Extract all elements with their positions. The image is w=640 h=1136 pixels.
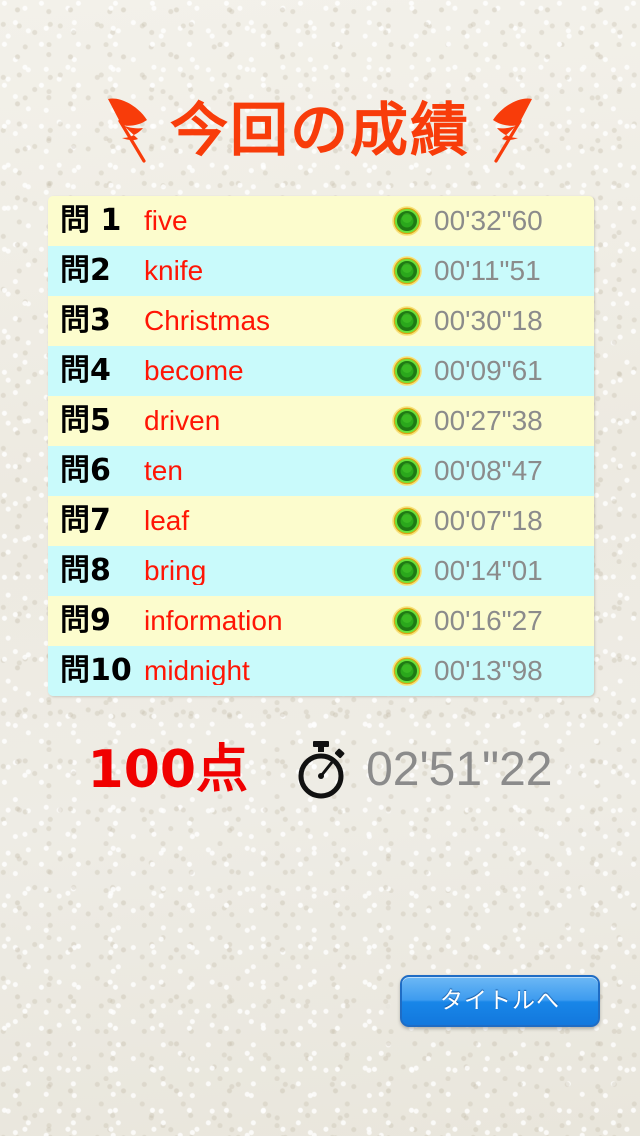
table-row: 問9 information 00'16"27 bbox=[48, 596, 594, 646]
page-title-area: 今回の成績 bbox=[0, 84, 640, 176]
green-circle-correct-icon bbox=[392, 606, 422, 636]
answer-time: 00'13"98 bbox=[434, 655, 543, 686]
to-title-button-label: タイトルへ bbox=[440, 987, 560, 1014]
table-row: 問5 driven 00'27"38 bbox=[48, 396, 594, 446]
green-circle-correct-icon bbox=[392, 656, 422, 686]
question-label: 問 1 bbox=[60, 203, 122, 238]
answer-word: bring bbox=[144, 557, 207, 585]
green-circle-correct-icon bbox=[392, 406, 422, 436]
table-row: 問2 knife 00'11"51 bbox=[48, 246, 594, 296]
answer-time: 00'09"61 bbox=[434, 355, 543, 386]
answer-word: driven bbox=[144, 407, 221, 435]
table-row: 問4 become 00'09"61 bbox=[48, 346, 594, 396]
answer-word: ten bbox=[144, 457, 183, 485]
answer-word: midnight bbox=[144, 657, 250, 685]
green-circle-correct-icon bbox=[392, 556, 422, 586]
answer-time: 00'14"01 bbox=[434, 555, 543, 586]
question-label: 問7 bbox=[60, 503, 111, 538]
answer-time: 00'16"27 bbox=[434, 605, 543, 636]
answer-time: 00'30"18 bbox=[434, 305, 543, 336]
answer-word: Christmas bbox=[144, 307, 271, 335]
summary-area: 100点 02'51"22 bbox=[0, 734, 640, 806]
answer-time: 00'11"51 bbox=[434, 255, 541, 286]
answer-time: 00'08"47 bbox=[434, 455, 543, 486]
green-circle-correct-icon bbox=[392, 206, 422, 236]
answer-word: information bbox=[144, 607, 283, 635]
green-circle-correct-icon bbox=[392, 356, 422, 386]
page-title: 今回の成績 bbox=[169, 96, 470, 164]
question-label: 問10 bbox=[60, 653, 132, 688]
table-row: 問 1 five 00'32"60 bbox=[48, 196, 594, 246]
question-label: 問3 bbox=[60, 303, 111, 338]
table-row: 問7 leaf 00'07"18 bbox=[48, 496, 594, 546]
table-row: 問6 ten 00'08"47 bbox=[48, 446, 594, 496]
to-title-button[interactable]: タイトルへ bbox=[400, 975, 600, 1027]
answer-word: become bbox=[144, 357, 244, 385]
answer-word: knife bbox=[144, 257, 204, 285]
results-list: 問 1 five 00'32"60 問2 knife 00'11"51 問3 C… bbox=[48, 196, 594, 696]
question-label: 問6 bbox=[60, 453, 111, 488]
green-circle-correct-icon bbox=[392, 306, 422, 336]
question-label: 問9 bbox=[60, 603, 111, 638]
total-score: 100点 bbox=[87, 740, 249, 800]
answer-time: 00'27"38 bbox=[434, 405, 543, 436]
answer-word: leaf bbox=[144, 507, 190, 535]
answer-time: 00'07"18 bbox=[434, 505, 543, 536]
feather-quill-icon-right bbox=[493, 98, 532, 163]
answer-time: 00'32"60 bbox=[434, 205, 543, 236]
green-circle-correct-icon bbox=[392, 256, 422, 286]
question-label: 問2 bbox=[60, 253, 111, 288]
table-row: 問3 Christmas 00'30"18 bbox=[48, 296, 594, 346]
green-circle-correct-icon bbox=[392, 506, 422, 536]
green-circle-correct-icon bbox=[392, 456, 422, 486]
feather-quill-icon-left bbox=[107, 98, 147, 163]
total-time: 02'51"22 bbox=[366, 743, 553, 796]
stopwatch-icon bbox=[298, 741, 345, 799]
question-label: 問5 bbox=[60, 403, 111, 438]
table-row: 問8 bring 00'14"01 bbox=[48, 546, 594, 596]
answer-word: five bbox=[144, 207, 188, 235]
question-label: 問4 bbox=[60, 353, 111, 388]
question-label: 問8 bbox=[60, 553, 111, 588]
table-row: 問10 midnight 00'13"98 bbox=[48, 646, 594, 696]
